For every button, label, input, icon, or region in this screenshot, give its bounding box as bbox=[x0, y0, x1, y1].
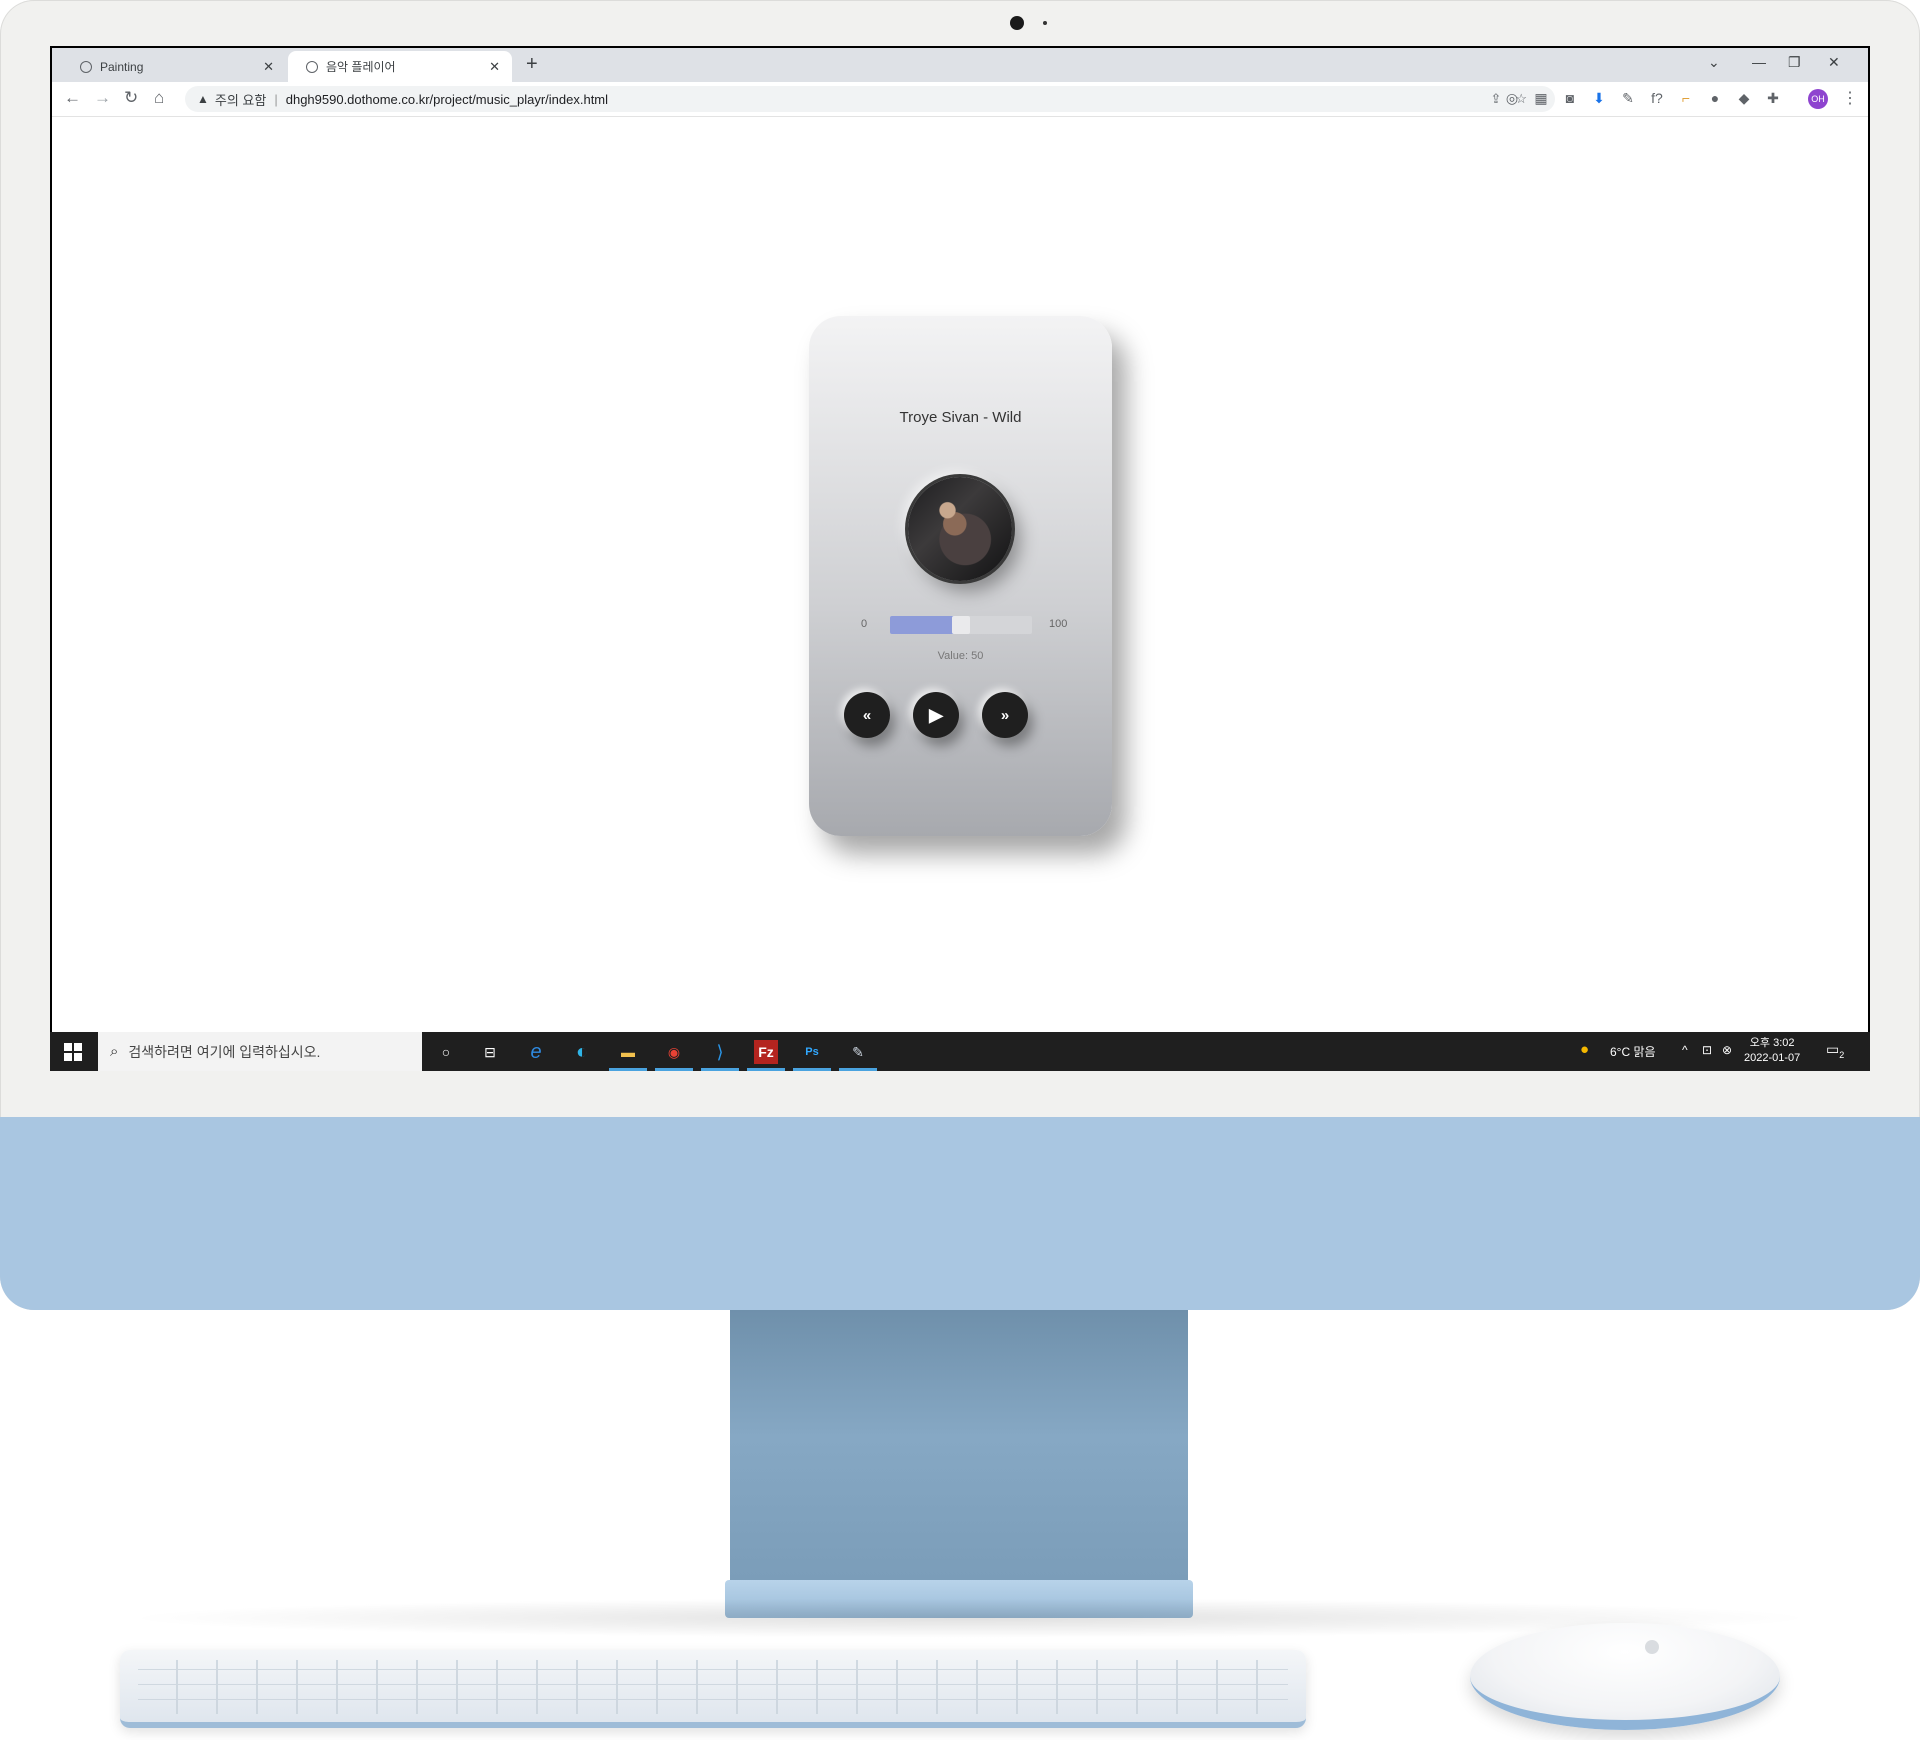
range-max-label: 100 bbox=[1049, 618, 1068, 630]
home-icon[interactable]: ⌂ bbox=[154, 88, 164, 108]
new-tab-button[interactable]: + bbox=[526, 53, 538, 76]
url-text[interactable]: dhgh9590.dothome.co.kr/project/music_pla… bbox=[286, 92, 608, 107]
minimize-icon[interactable]: — bbox=[1752, 54, 1766, 70]
extension-icon[interactable]: ⌐ bbox=[1678, 90, 1694, 107]
extension-icon[interactable]: ▦ bbox=[1533, 90, 1549, 107]
screen: Painting ✕ 음악 플레이어 ✕ + ⌄ — ❐ ✕ ← → ↻ ⌂ ▲… bbox=[50, 46, 1870, 1071]
magic-mouse bbox=[1470, 1623, 1780, 1730]
album-art bbox=[908, 477, 1012, 581]
close-window-icon[interactable]: ✕ bbox=[1828, 54, 1840, 71]
notification-icon[interactable]: ▭2 bbox=[1826, 1041, 1844, 1060]
song-title: Troye Sivan - Wild bbox=[899, 409, 1022, 426]
clock-date: 2022-01-07 bbox=[1744, 1052, 1801, 1064]
extension-icon[interactable]: ● bbox=[1707, 90, 1723, 107]
globe-icon bbox=[80, 60, 92, 73]
warning-icon: ▲ bbox=[197, 92, 209, 106]
address-bar[interactable]: ▲ 주의 요함 | dhgh9590.dothome.co.kr/project… bbox=[185, 86, 1555, 112]
reload-icon[interactable]: ↻ bbox=[124, 88, 138, 108]
tray-expand-icon[interactable]: ^ bbox=[1682, 1043, 1688, 1057]
weather-text[interactable]: 6°C 맑음 bbox=[1610, 1043, 1656, 1060]
tab-music-player[interactable]: 음악 플레이어 ✕ bbox=[288, 51, 512, 82]
active-indicator bbox=[609, 1068, 647, 1071]
windows-taskbar: ⌕ 검색하려면 여기에 입력하십시오. ○ ⊟ e ◐ ▬ ◉ ⟩ Fz Ps … bbox=[50, 1032, 1870, 1071]
sun-icon: ● bbox=[1580, 1041, 1590, 1058]
search-icon: ⌕ bbox=[110, 1043, 119, 1060]
edge-icon[interactable]: ◐ bbox=[570, 1040, 594, 1064]
camera bbox=[1010, 16, 1024, 30]
internet-explorer-icon[interactable]: e bbox=[524, 1040, 548, 1064]
volume-mute-icon[interactable]: ⊗ bbox=[1722, 1043, 1732, 1057]
clock-time: 오후 3:02 bbox=[1749, 1037, 1795, 1049]
forward-icon[interactable]: → bbox=[94, 88, 111, 108]
camera-extension-icon[interactable]: ◙ bbox=[1562, 90, 1578, 107]
notification-count: 2 bbox=[1839, 1049, 1845, 1060]
active-indicator bbox=[839, 1068, 877, 1071]
imac-stand bbox=[730, 1310, 1188, 1592]
download-extension-icon[interactable]: ⬇ bbox=[1591, 90, 1607, 107]
back-icon[interactable]: ← bbox=[64, 88, 81, 108]
active-indicator bbox=[793, 1068, 831, 1071]
volume-slider[interactable] bbox=[890, 616, 1032, 634]
taskbar-clock[interactable]: 오후 3:02 2022-01-07 bbox=[1744, 1036, 1800, 1066]
music-player-card: Troye Sivan - Wild 0 100 Value: 50 « ▶ » bbox=[809, 316, 1112, 836]
cortana-icon[interactable]: ○ bbox=[434, 1040, 458, 1064]
network-icon[interactable]: ⊡ bbox=[1702, 1043, 1712, 1057]
camera-sensor bbox=[1043, 21, 1047, 25]
globe-icon bbox=[306, 60, 318, 73]
rewind-button[interactable]: « bbox=[844, 692, 890, 738]
imac-chin bbox=[0, 1117, 1920, 1310]
restore-icon[interactable]: ❐ bbox=[1788, 54, 1801, 71]
keyboard bbox=[120, 1650, 1306, 1728]
apple-logo-icon bbox=[1645, 1640, 1659, 1654]
play-button[interactable]: ▶ bbox=[913, 692, 959, 738]
keyboard-keys bbox=[138, 1660, 1288, 1714]
url-separator: | bbox=[274, 91, 278, 107]
rewind-icon: « bbox=[862, 706, 872, 724]
eyedropper-icon[interactable]: ✎ bbox=[1620, 90, 1636, 107]
photoshop-icon[interactable]: Ps bbox=[800, 1040, 824, 1064]
tab-label: 음악 플레이어 bbox=[326, 60, 396, 74]
close-icon[interactable]: ✕ bbox=[489, 59, 500, 75]
play-icon: ▶ bbox=[929, 704, 943, 725]
tab-search-icon[interactable]: ⌄ bbox=[1708, 54, 1720, 71]
search-placeholder: 검색하려면 여기에 입력하십시오. bbox=[128, 1043, 321, 1060]
active-indicator bbox=[701, 1068, 739, 1071]
extension-icon[interactable]: ◆ bbox=[1736, 90, 1752, 107]
taskbar-search[interactable]: ⌕ 검색하려면 여기에 입력하십시오. bbox=[98, 1032, 422, 1071]
fast-forward-icon: » bbox=[1000, 706, 1010, 724]
page-content: Troye Sivan - Wild 0 100 Value: 50 « ▶ » bbox=[52, 117, 1868, 1032]
range-min-label: 0 bbox=[861, 618, 868, 630]
paint-icon[interactable]: ✎ bbox=[846, 1040, 870, 1064]
fast-forward-button[interactable]: » bbox=[982, 692, 1028, 738]
vscode-icon[interactable]: ⟩ bbox=[708, 1040, 732, 1064]
chrome-icon[interactable]: ◉ bbox=[662, 1040, 686, 1064]
slider-thumb[interactable] bbox=[952, 616, 970, 634]
task-view-icon[interactable]: ⊟ bbox=[478, 1040, 502, 1064]
file-explorer-icon[interactable]: ▬ bbox=[616, 1040, 640, 1064]
security-warning[interactable]: 주의 요함 bbox=[215, 90, 266, 109]
puzzle-icon[interactable]: ✚ bbox=[1765, 90, 1781, 107]
font-extension-icon[interactable]: f? bbox=[1649, 90, 1665, 107]
tab-painting[interactable]: Painting ✕ bbox=[62, 51, 286, 82]
filezilla-icon[interactable]: Fz bbox=[754, 1040, 778, 1064]
active-indicator bbox=[655, 1068, 693, 1071]
menu-icon[interactable]: ⋮ bbox=[1842, 88, 1858, 108]
close-icon[interactable]: ✕ bbox=[263, 59, 274, 75]
active-indicator bbox=[747, 1068, 785, 1071]
profile-avatar[interactable]: OH bbox=[1808, 89, 1828, 109]
value-label: Value: 50 bbox=[937, 650, 984, 662]
extensions-bar: ◎ ▦ ◙ ⬇ ✎ f? ⌐ ● ◆ ✚ bbox=[1504, 90, 1781, 107]
browser-toolbar: ← → ↻ ⌂ ▲ 주의 요함 | dhgh9590.dothome.co.kr… bbox=[52, 82, 1868, 117]
browser-window: Painting ✕ 음악 플레이어 ✕ + ⌄ — ❐ ✕ ← → ↻ ⌂ ▲… bbox=[52, 48, 1868, 1032]
slider-fill bbox=[890, 616, 961, 634]
extension-icon[interactable]: ◎ bbox=[1504, 90, 1520, 107]
tab-label: Painting bbox=[100, 59, 144, 74]
windows-start-icon[interactable] bbox=[64, 1043, 82, 1061]
tab-bar: Painting ✕ 음악 플레이어 ✕ + ⌄ — ❐ ✕ bbox=[52, 48, 1868, 82]
